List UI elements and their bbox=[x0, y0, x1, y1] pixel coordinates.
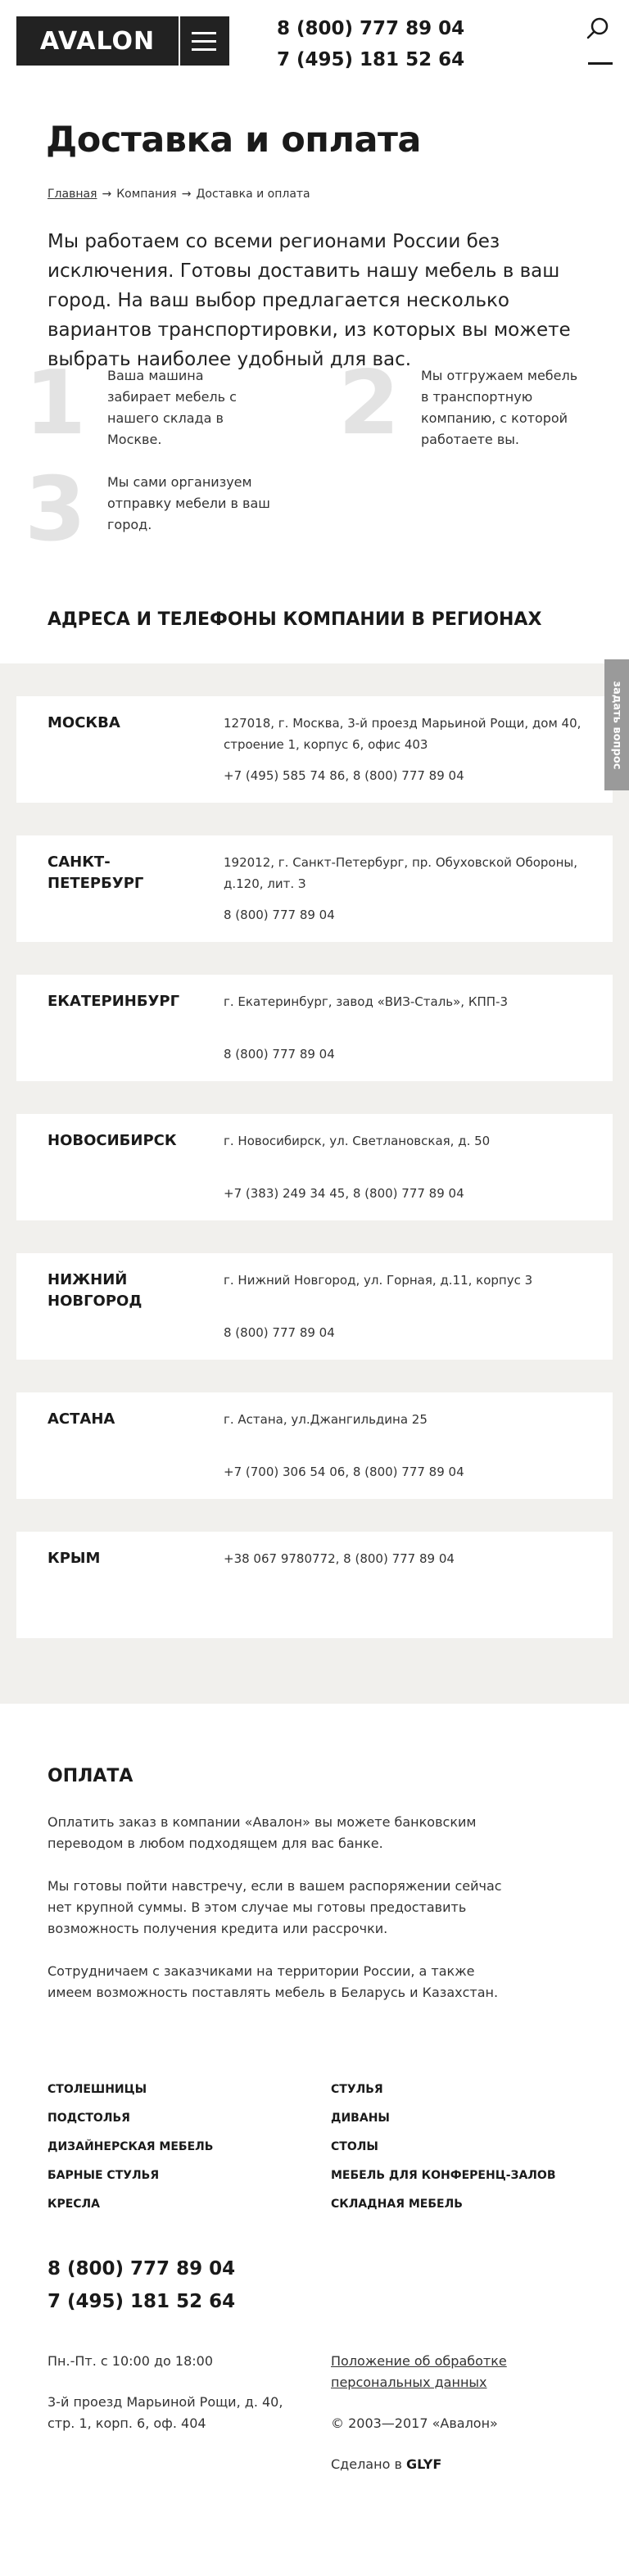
step-text: Мы отгружаем мебель в транспортную компа… bbox=[421, 368, 578, 447]
logo-block[interactable]: AVALON bbox=[16, 16, 229, 66]
step-text: Мы сами организуем отправку мебели в ваш… bbox=[107, 474, 270, 532]
header-phone-1[interactable]: 8 (800) 777 89 04 bbox=[277, 13, 464, 44]
made-by-link[interactable]: GLYF bbox=[406, 2456, 441, 2472]
arrow-right-icon: → bbox=[102, 188, 112, 201]
region-phones[interactable]: +7 (700) 306 54 06, 8 (800) 777 89 04 bbox=[224, 1461, 584, 1483]
footer-link[interactable]: Столы bbox=[331, 2140, 378, 2153]
region-address: г. Новосибирск, ул. Светлановская, д. 50 bbox=[224, 1134, 491, 1148]
breadcrumb-home[interactable]: Главная bbox=[48, 188, 97, 201]
region-city: АСТАНА bbox=[48, 1410, 115, 1428]
region-phones[interactable]: +7 (383) 249 34 45, 8 (800) 777 89 04 bbox=[224, 1183, 584, 1204]
footer-phone-2[interactable]: 7 (495) 181 52 64 bbox=[48, 2291, 235, 2312]
logo[interactable]: AVALON bbox=[16, 16, 179, 66]
site-header: AVALON 8 (800) 777 89 04 7 (495) 181 52 … bbox=[0, 0, 629, 82]
region-phones[interactable]: 8 (800) 777 89 04 bbox=[224, 904, 584, 926]
region-card: САНКТ-ПЕТЕРБУРГ 192012, г. Санкт-Петербу… bbox=[16, 835, 613, 942]
region-city: НОВОСИБИРСК bbox=[48, 1132, 177, 1149]
region-phones[interactable]: +7 (495) 585 74 86, 8 (800) 777 89 04 bbox=[224, 765, 584, 786]
header-phones: 8 (800) 777 89 04 7 (495) 181 52 64 bbox=[277, 13, 464, 75]
footer-link[interactable]: Мебель для конференц-залов bbox=[331, 2169, 555, 2182]
footer-link[interactable]: Подстолья bbox=[48, 2112, 130, 2125]
footer-link[interactable]: Складная мебель bbox=[331, 2198, 463, 2211]
search-underline bbox=[588, 62, 613, 65]
region-card: АСТАНА г. Астана, ул.Джангильдина 25 +7 … bbox=[16, 1392, 613, 1499]
page-title: Доставка и оплата bbox=[46, 120, 421, 161]
region-city: МОСКВА bbox=[48, 714, 120, 731]
payment-title: ОПЛАТА bbox=[48, 1766, 133, 1786]
region-card: НОВОСИБИРСК г. Новосибирск, ул. Светлано… bbox=[16, 1114, 613, 1220]
region-city: САНКТ-ПЕТЕРБУРГ bbox=[48, 853, 144, 892]
copyright: © 2003—2017 «Авалон» bbox=[331, 2415, 498, 2431]
footer-address: 3-й проезд Марьиной Рощи, д. 40, стр. 1,… bbox=[48, 2394, 283, 2431]
regions-title: АДРЕСА И ТЕЛЕФОНЫ КОМПАНИИ В РЕГИОНАХ bbox=[48, 609, 542, 630]
footer-link[interactable]: Кресла bbox=[48, 2198, 100, 2211]
footer-link[interactable]: Стулья bbox=[331, 2083, 383, 2096]
region-address: г. Екатеринбург, завод «ВИЗ-Сталь», КПП-… bbox=[224, 994, 509, 1009]
region-address: г. Нижний Новгород, ул. Горная, д.11, ко… bbox=[224, 1273, 533, 1288]
payment-paragraph: Сотрудничаем с заказчиками на территории… bbox=[48, 1963, 499, 2000]
region-phones[interactable]: 8 (800) 777 89 04 bbox=[224, 1322, 584, 1343]
region-card: НИЖНИЙ НОВГОРОД г. Нижний Новгород, ул. … bbox=[16, 1253, 613, 1360]
payment-paragraph: Оплатить заказ в компании «Авалон» вы мо… bbox=[48, 1814, 477, 1851]
footer-hours: Пн.-Пт. с 10:00 до 18:00 bbox=[48, 2353, 213, 2369]
region-card: МОСКВА 127018, г. Москва, 3-й проезд Мар… bbox=[16, 696, 613, 803]
made-by: Сделано в GLYF bbox=[331, 2456, 442, 2472]
region-address: 192012, г. Санкт-Петербург, пр. Обуховск… bbox=[224, 855, 578, 891]
region-address: 127018, г. Москва, 3-й проезд Марьиной Р… bbox=[224, 716, 581, 752]
menu-icon[interactable] bbox=[179, 16, 228, 66]
step-number: 3 bbox=[25, 459, 87, 561]
header-phone-2[interactable]: 7 (495) 181 52 64 bbox=[277, 44, 464, 75]
breadcrumb-company[interactable]: Компания bbox=[116, 188, 176, 201]
breadcrumb-current: Доставка и оплата bbox=[196, 188, 310, 201]
privacy-policy-link[interactable]: Положение об обработке персональных данн… bbox=[331, 2351, 544, 2393]
region-city: КРЫМ bbox=[48, 1550, 101, 1567]
intro-text: Мы работаем со всеми регионами России бе… bbox=[48, 231, 571, 370]
step-number: 2 bbox=[338, 352, 400, 455]
footer-link[interactable]: Столешницы bbox=[48, 2083, 147, 2096]
step-number: 1 bbox=[25, 352, 87, 455]
footer-phone-1[interactable]: 8 (800) 777 89 04 bbox=[48, 2258, 235, 2279]
search-icon[interactable] bbox=[586, 16, 609, 39]
region-city: НИЖНИЙ НОВГОРОД bbox=[48, 1271, 143, 1310]
region-card: КРЫМ +38 067 9780772, 8 (800) 777 89 04 bbox=[16, 1532, 613, 1638]
region-address[interactable]: +38 067 9780772, 8 (800) 777 89 04 bbox=[224, 1548, 584, 1569]
footer-link[interactable]: Диваны bbox=[331, 2112, 390, 2125]
step-text: Ваша машина забирает мебель с нашего скл… bbox=[107, 368, 237, 447]
region-city: ЕКАТЕРИНБУРГ bbox=[48, 993, 180, 1010]
arrow-right-icon: → bbox=[181, 188, 192, 201]
payment-paragraph: Мы готовы пойти навстречу, если в вашем … bbox=[48, 1878, 502, 1936]
region-phones[interactable]: 8 (800) 777 89 04 bbox=[224, 1044, 584, 1065]
footer-link[interactable]: Барные стулья bbox=[48, 2169, 159, 2182]
footer-link[interactable]: Дизайнерская мебель bbox=[48, 2140, 213, 2153]
region-card: ЕКАТЕРИНБУРГ г. Екатеринбург, завод «ВИЗ… bbox=[16, 975, 613, 1081]
breadcrumb: Главная → Компания → Доставка и оплата bbox=[48, 188, 310, 201]
ask-question-tab[interactable]: задать вопрос bbox=[604, 659, 629, 790]
region-address: г. Астана, ул.Джангильдина 25 bbox=[224, 1412, 428, 1427]
